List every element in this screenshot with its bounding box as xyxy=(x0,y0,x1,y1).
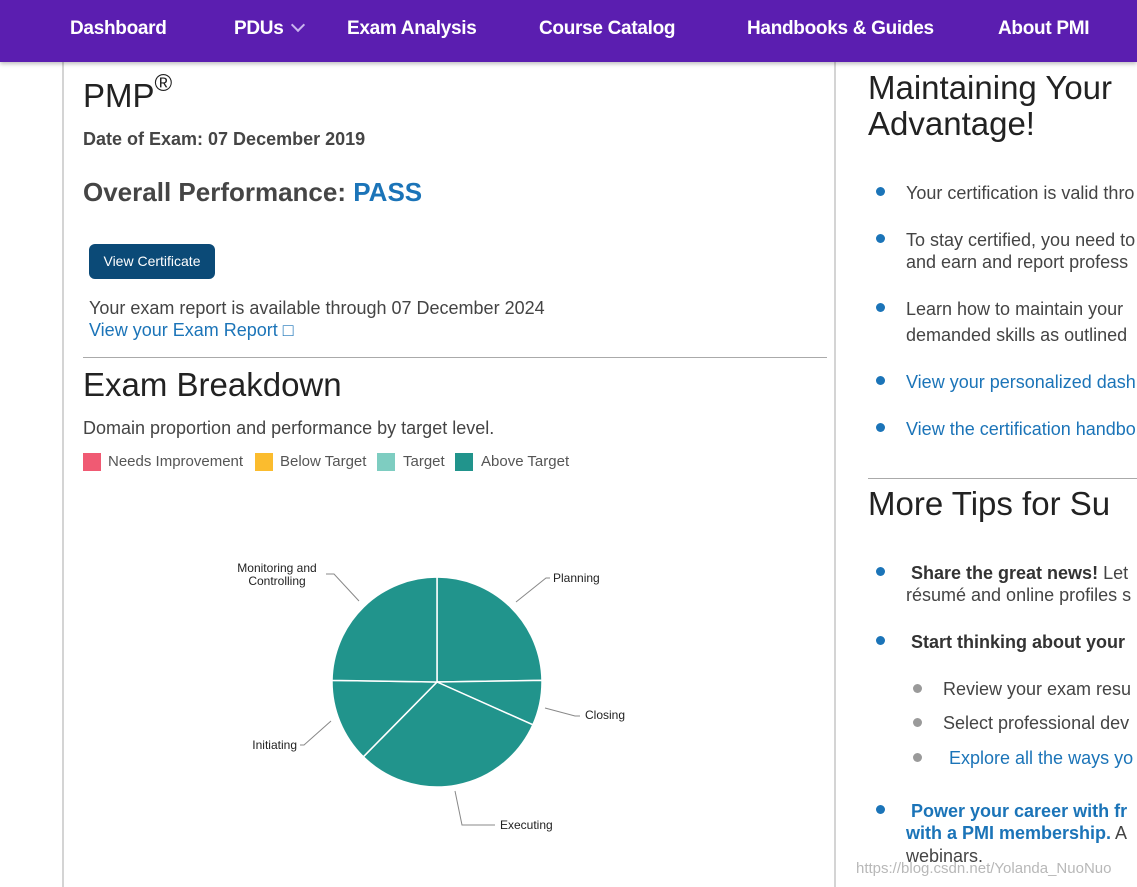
nav-handbooks-guides[interactable]: Handbooks & Guides xyxy=(747,0,934,58)
pie-label-planning: Planning xyxy=(553,571,600,585)
share-news-bold: Share the great news! xyxy=(911,563,1099,583)
maintain-line1: Learn how to maintain your xyxy=(906,299,1124,319)
stay-certified-line2: and earn and report profess xyxy=(906,252,1129,272)
sub-bullet-dot xyxy=(913,718,922,727)
stay-certified-line1: To stay certified, you need to xyxy=(906,230,1136,250)
bullet-dot xyxy=(876,303,885,312)
certification-handbook-link[interactable]: View the certification handbo xyxy=(906,419,1136,440)
pie-leader-line xyxy=(326,573,360,602)
pie-leader-line xyxy=(544,707,580,717)
nav-about-pmi[interactable]: About PMI xyxy=(998,0,1090,58)
pie-leader-line xyxy=(515,577,550,603)
sub-bullet-dot xyxy=(913,753,922,762)
start-thinking-text: Start thinking about your xyxy=(911,632,1125,652)
chevron-down-icon[interactable] xyxy=(291,17,306,33)
bullet-dot xyxy=(876,187,885,196)
bullet-dot xyxy=(876,423,885,432)
bullet-dot xyxy=(876,376,885,385)
bullet-dot xyxy=(876,805,885,814)
bullet-dot xyxy=(876,567,885,576)
pie-leader-line xyxy=(454,790,495,826)
nav-course-catalog[interactable]: Course Catalog xyxy=(539,0,676,58)
pie-label-monitoring-and-controlling: Monitoring and Controlling xyxy=(237,561,316,588)
more-tips-heading: More Tips for Su xyxy=(868,485,1111,522)
share-news-line1: Share the great news! Let xyxy=(911,563,1128,584)
pmi-membership-rest: A xyxy=(1111,823,1128,843)
power-career-link[interactable]: Power your career with fr xyxy=(911,801,1127,822)
explore-ways-link[interactable]: Explore all the ways yo xyxy=(949,748,1133,769)
share-news-rest: Let xyxy=(1098,563,1129,583)
nav-pdus-label: PDUs xyxy=(234,18,284,39)
share-news-line2: résumé and online profiles s xyxy=(906,585,1132,605)
nav-exam-analysis[interactable]: Exam Analysis xyxy=(347,0,477,58)
right-divider xyxy=(868,478,1137,479)
maintaining-heading: Maintaining Your Advantage! xyxy=(868,70,1112,142)
maintaining-heading-line1: Maintaining Your xyxy=(868,69,1113,106)
bullet-dot xyxy=(876,234,885,243)
maintain-line2: demanded skills as outlined xyxy=(906,325,1128,345)
watermark: https://blog.csdn.net/Yolanda_NuoNuo xyxy=(856,860,1112,877)
personalized-dashboard-link[interactable]: View your personalized dash xyxy=(906,372,1136,393)
pie-slice-planning xyxy=(436,576,543,683)
top-nav: Dashboard PDUs Exam Analysis Course Cata… xyxy=(0,0,1137,62)
bullet-dot xyxy=(876,636,885,645)
pie-slice-monitoring-and-controlling xyxy=(331,576,438,683)
pmi-membership-line: with a PMI membership. A xyxy=(906,823,1127,844)
pmi-membership-link[interactable]: with a PMI membership. xyxy=(906,823,1111,843)
maintaining-heading-line2: Advantage! xyxy=(868,105,1035,142)
nav-dashboard[interactable]: Dashboard xyxy=(70,0,167,58)
pie-label-initiating: Initiating xyxy=(252,738,297,752)
pie-label-closing: Closing xyxy=(585,708,625,722)
validity-text: Your certification is valid thro xyxy=(906,183,1135,203)
sub-bullet-dot xyxy=(913,684,922,693)
pie-leader-line xyxy=(300,720,332,746)
select-professional-text: Select professional dev xyxy=(943,713,1130,733)
nav-pdus[interactable]: PDUs xyxy=(234,0,306,58)
review-exam-text: Review your exam resu xyxy=(943,679,1132,699)
pie-label-executing: Executing xyxy=(500,818,553,832)
